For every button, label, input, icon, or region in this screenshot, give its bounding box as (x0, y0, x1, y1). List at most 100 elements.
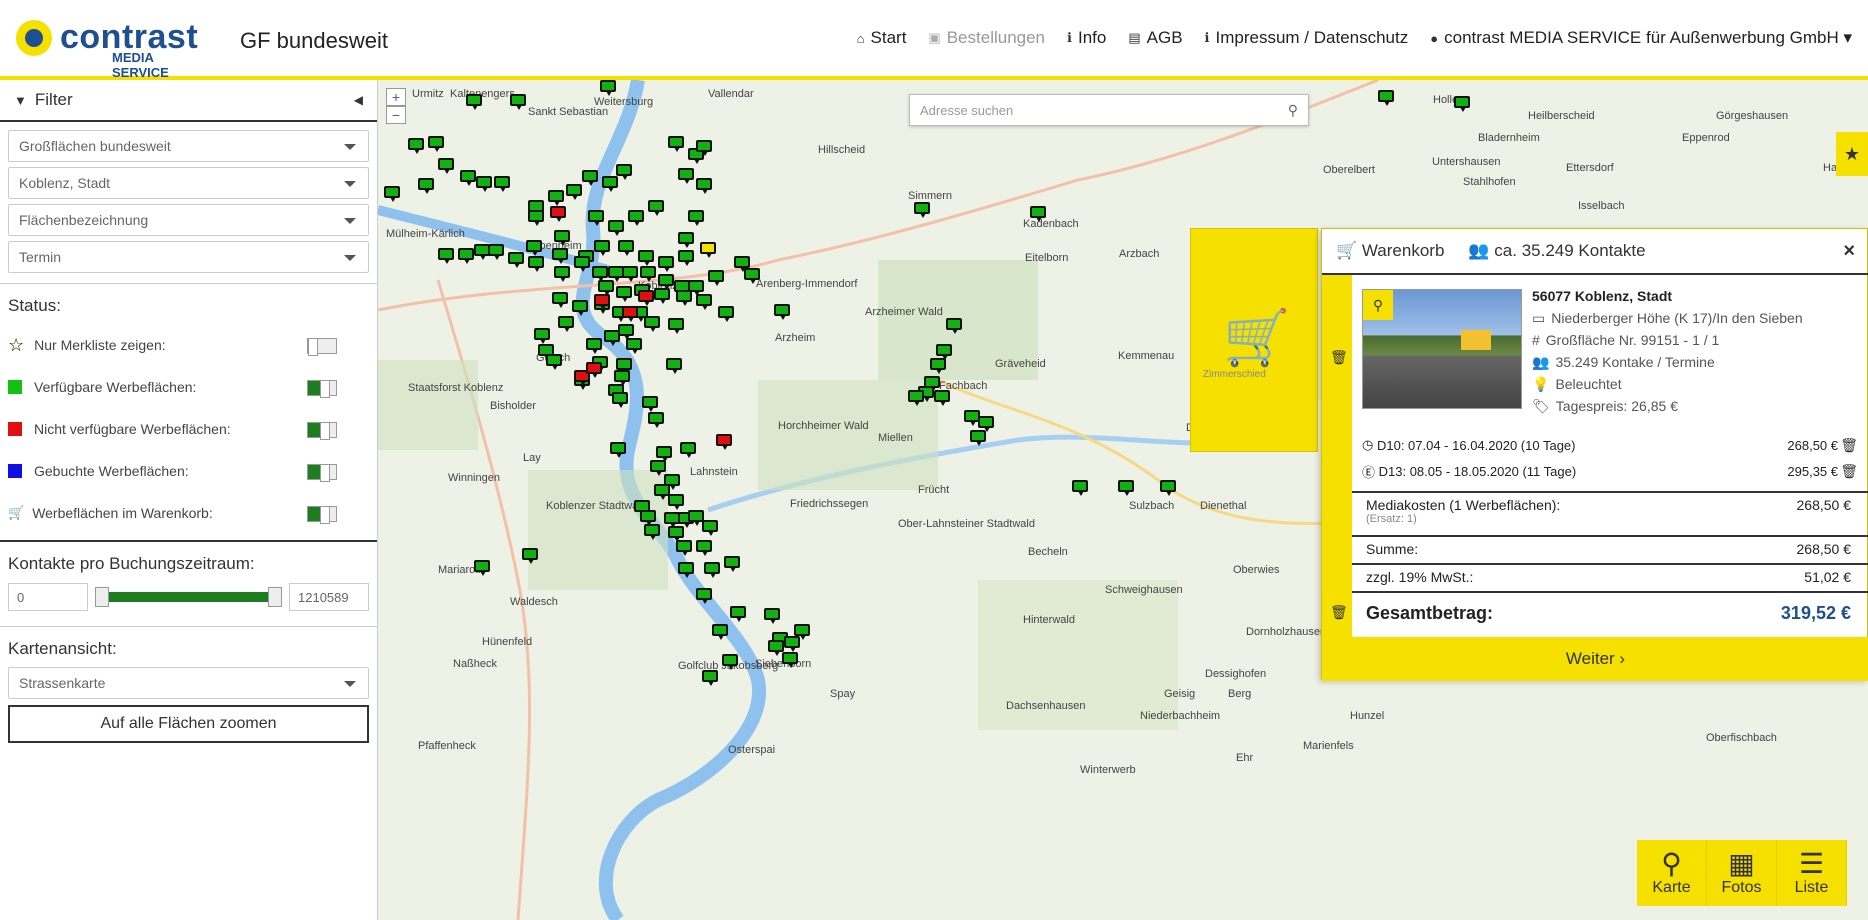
billboard-marker[interactable] (602, 176, 618, 192)
billboard-marker[interactable] (680, 442, 696, 458)
billboard-marker[interactable] (648, 412, 664, 428)
billboard-marker[interactable] (658, 274, 674, 290)
status-toggle[interactable] (307, 380, 337, 398)
billboard-marker[interactable] (970, 430, 986, 446)
billboard-marker[interactable] (640, 510, 656, 526)
billboard-marker[interactable] (572, 300, 588, 316)
select-city[interactable]: Koblenz, Stadt (8, 167, 369, 199)
billboard-marker[interactable] (696, 140, 712, 156)
collapse-icon[interactable]: ◀ (354, 93, 363, 107)
billboard-marker[interactable] (614, 370, 630, 386)
billboard-marker[interactable] (666, 358, 682, 374)
map-pin-icon[interactable]: ⚲ (1363, 290, 1393, 320)
billboard-marker[interactable] (702, 670, 718, 686)
billboard-marker[interactable] (408, 138, 424, 154)
billboard-marker[interactable] (638, 250, 654, 266)
zoom-in-button[interactable]: + (386, 88, 406, 106)
billboard-marker[interactable] (774, 304, 790, 320)
billboard-marker[interactable] (528, 210, 544, 226)
view-fotos-button[interactable]: ▦ Fotos (1707, 840, 1777, 906)
billboard-marker[interactable] (1454, 96, 1470, 112)
nav-item-3[interactable]: ▤ AGB (1128, 28, 1182, 48)
range-handle-min[interactable] (95, 587, 109, 607)
status-toggle[interactable] (307, 464, 337, 482)
billboard-marker[interactable] (438, 158, 454, 174)
trash-icon[interactable]: 🗑 (1330, 604, 1348, 621)
billboard-marker[interactable] (764, 608, 780, 624)
billboard-marker[interactable] (930, 358, 946, 374)
billboard-marker[interactable] (784, 636, 800, 652)
billboard-marker[interactable] (600, 80, 616, 96)
billboard-marker[interactable] (612, 392, 628, 408)
select-date[interactable]: Termin (8, 241, 369, 273)
billboard-marker[interactable] (1118, 480, 1134, 496)
billboard-marker[interactable] (664, 512, 680, 528)
select-area[interactable]: Großflächen bundesweit (8, 130, 369, 162)
billboard-marker[interactable] (644, 316, 660, 332)
billboard-marker[interactable] (534, 328, 550, 344)
billboard-marker[interactable] (438, 248, 454, 264)
billboard-marker[interactable] (616, 164, 632, 180)
billboard-marker[interactable] (586, 338, 602, 354)
status-toggle[interactable] (307, 338, 337, 356)
billboard-marker[interactable] (622, 306, 638, 322)
search-icon[interactable]: ⚲ (1288, 102, 1298, 119)
billboard-marker[interactable] (668, 494, 684, 510)
watchlist-star-icon[interactable]: ★ (1836, 132, 1868, 176)
billboard-marker[interactable] (696, 178, 712, 194)
billboard-marker[interactable] (644, 524, 660, 540)
billboard-marker[interactable] (1030, 206, 1046, 222)
range-max-input[interactable]: 1210589 (289, 583, 369, 611)
range-handle-max[interactable] (268, 587, 282, 607)
billboard-marker[interactable] (428, 136, 444, 152)
next-button[interactable]: Weiter › (1322, 637, 1868, 681)
cart-dropzone[interactable]: 🛒 Zimmerschied (1190, 228, 1318, 452)
billboard-marker[interactable] (460, 170, 476, 186)
billboard-marker[interactable] (566, 184, 582, 200)
billboard-marker[interactable] (1072, 480, 1088, 496)
billboard-marker[interactable] (586, 362, 602, 378)
billboard-marker[interactable] (588, 210, 604, 226)
billboard-marker[interactable] (668, 318, 684, 334)
billboard-marker[interactable] (794, 624, 810, 640)
filter-header[interactable]: ▼ Filter ◀ (0, 80, 377, 122)
billboard-marker[interactable] (914, 202, 930, 218)
billboard-marker[interactable] (768, 640, 784, 656)
billboard-marker[interactable] (508, 252, 524, 268)
billboard-marker[interactable] (418, 178, 434, 194)
billboard-marker[interactable] (688, 210, 704, 226)
trash-icon[interactable]: 🗑 (1840, 463, 1858, 480)
billboard-marker[interactable] (676, 290, 692, 306)
billboard-marker[interactable] (678, 168, 694, 184)
view-liste-button[interactable]: ☰ Liste (1777, 840, 1847, 906)
billboard-marker[interactable] (668, 136, 684, 152)
logo[interactable]: contrast MEDIA SERVICE (12, 18, 212, 80)
billboard-marker[interactable] (522, 548, 538, 564)
billboard-marker[interactable] (658, 256, 674, 272)
zoom-all-button[interactable]: Auf alle Flächen zoomen (8, 705, 369, 743)
billboard-marker[interactable] (384, 186, 400, 202)
billboard-marker[interactable] (574, 256, 590, 272)
billboard-marker[interactable] (628, 210, 644, 226)
billboard-marker[interactable] (1378, 90, 1394, 106)
view-karte-button[interactable]: ⚲ Karte (1637, 840, 1707, 906)
billboard-marker[interactable] (474, 560, 490, 576)
select-map-view[interactable]: Strassenkarte (8, 667, 369, 699)
billboard-marker[interactable] (696, 540, 712, 556)
billboard-marker[interactable] (1160, 480, 1176, 496)
billboard-marker[interactable] (724, 556, 740, 572)
billboard-marker[interactable] (552, 292, 568, 308)
nav-item-4[interactable]: ℹ Impressum / Datenschutz (1205, 28, 1409, 48)
select-designation[interactable]: Flächenbezeichnung (8, 204, 369, 236)
billboard-marker[interactable] (598, 280, 614, 296)
billboard-marker[interactable] (678, 232, 694, 248)
billboard-marker[interactable] (640, 266, 656, 282)
billboard-marker[interactable] (528, 256, 544, 272)
billboard-marker[interactable] (622, 266, 638, 282)
billboard-marker[interactable] (696, 294, 712, 310)
range-min-input[interactable]: 0 (8, 583, 88, 611)
billboard-marker[interactable] (594, 240, 610, 256)
nav-item-2[interactable]: ℹ Info (1067, 28, 1106, 48)
site-photo[interactable]: ⚲ (1362, 289, 1522, 409)
billboard-marker[interactable] (744, 268, 760, 284)
